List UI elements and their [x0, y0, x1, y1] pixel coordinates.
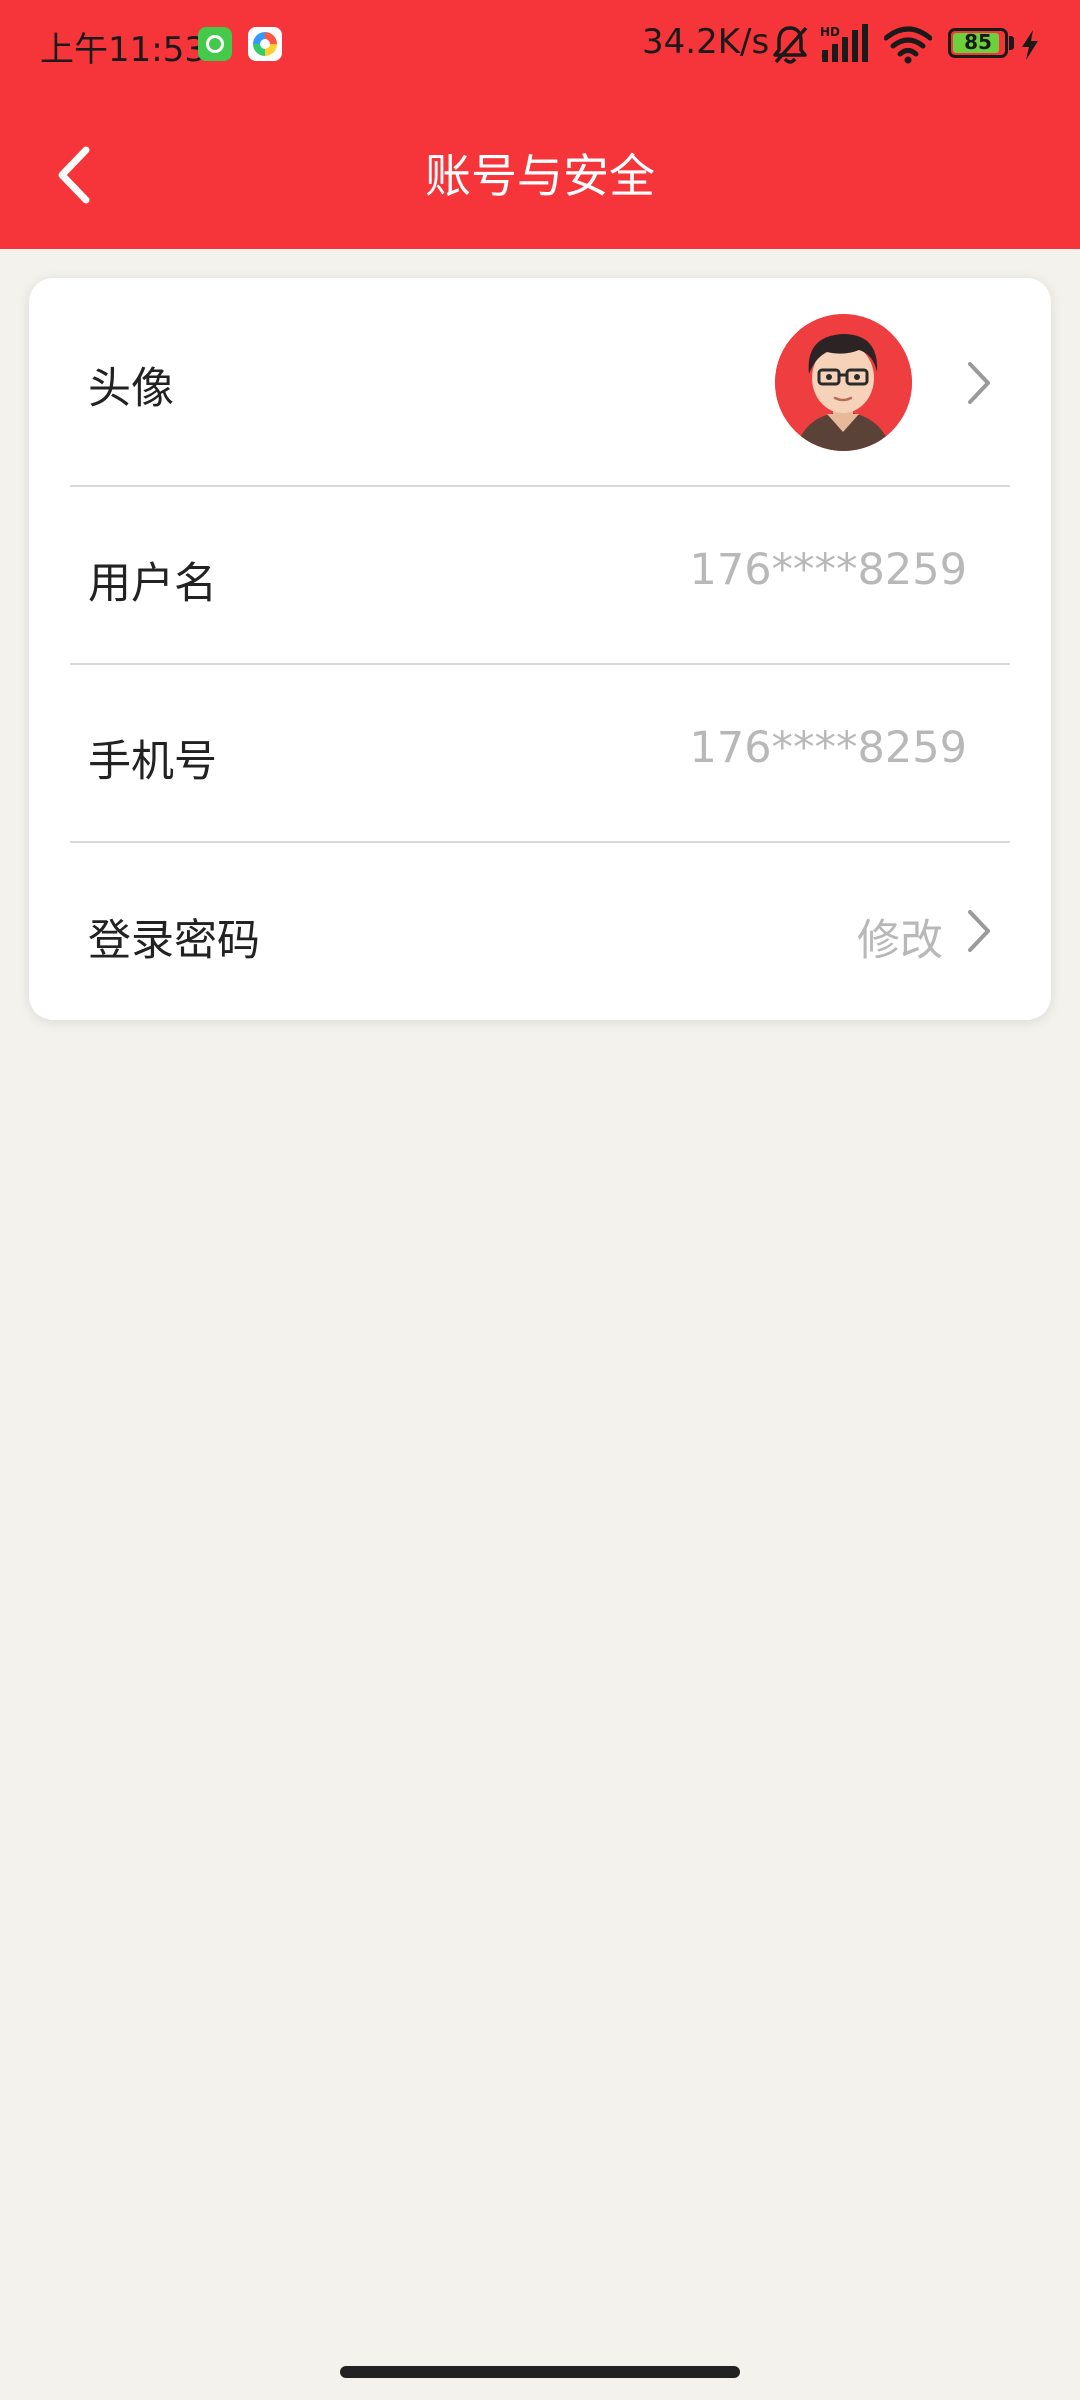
battery-icon: 85 [948, 28, 1008, 58]
account-settings-card: 头像 用户名 176****8259 手机号 176****8259 登录密码 … [29, 278, 1051, 1020]
password-change-link[interactable]: 修改 [857, 906, 943, 968]
status-bar: 上午11:53 34.2K/s HD 85 [0, 0, 1080, 90]
username-label: 用户名 [88, 559, 217, 609]
chevron-right-icon [968, 910, 990, 952]
battery-level: 85 [964, 30, 992, 54]
avatar-row[interactable]: 头像 [29, 278, 1051, 485]
password-label: 登录密码 [88, 916, 260, 966]
browser-icon [248, 27, 282, 61]
avatar[interactable] [775, 314, 912, 451]
phone-label: 手机号 [88, 737, 217, 787]
username-row: 用户名 176****8259 [29, 487, 1051, 663]
chevron-right-icon [968, 362, 990, 404]
charging-icon [1022, 30, 1038, 60]
network-speed: 34.2K/s [642, 22, 770, 62]
hd-signal-icon: HD [820, 24, 868, 62]
status-time: 上午11:53 [40, 30, 206, 70]
mute-bell-icon [773, 26, 808, 64]
username-value: 176****8259 [689, 545, 967, 595]
svg-text:HD: HD [820, 25, 840, 39]
home-indicator[interactable] [340, 2366, 740, 2378]
wifi-icon [884, 26, 932, 64]
phone-value: 176****8259 [689, 723, 967, 773]
password-row[interactable]: 登录密码 修改 [29, 843, 1051, 1020]
app-badge-icon [198, 27, 232, 61]
phone-row: 手机号 176****8259 [29, 665, 1051, 841]
user-avatar-icon [775, 314, 912, 451]
avatar-label: 头像 [88, 364, 174, 414]
page-title: 账号与安全 [425, 149, 655, 203]
header-bar: 上午11:53 34.2K/s HD 85 账号与安全 [0, 0, 1080, 249]
